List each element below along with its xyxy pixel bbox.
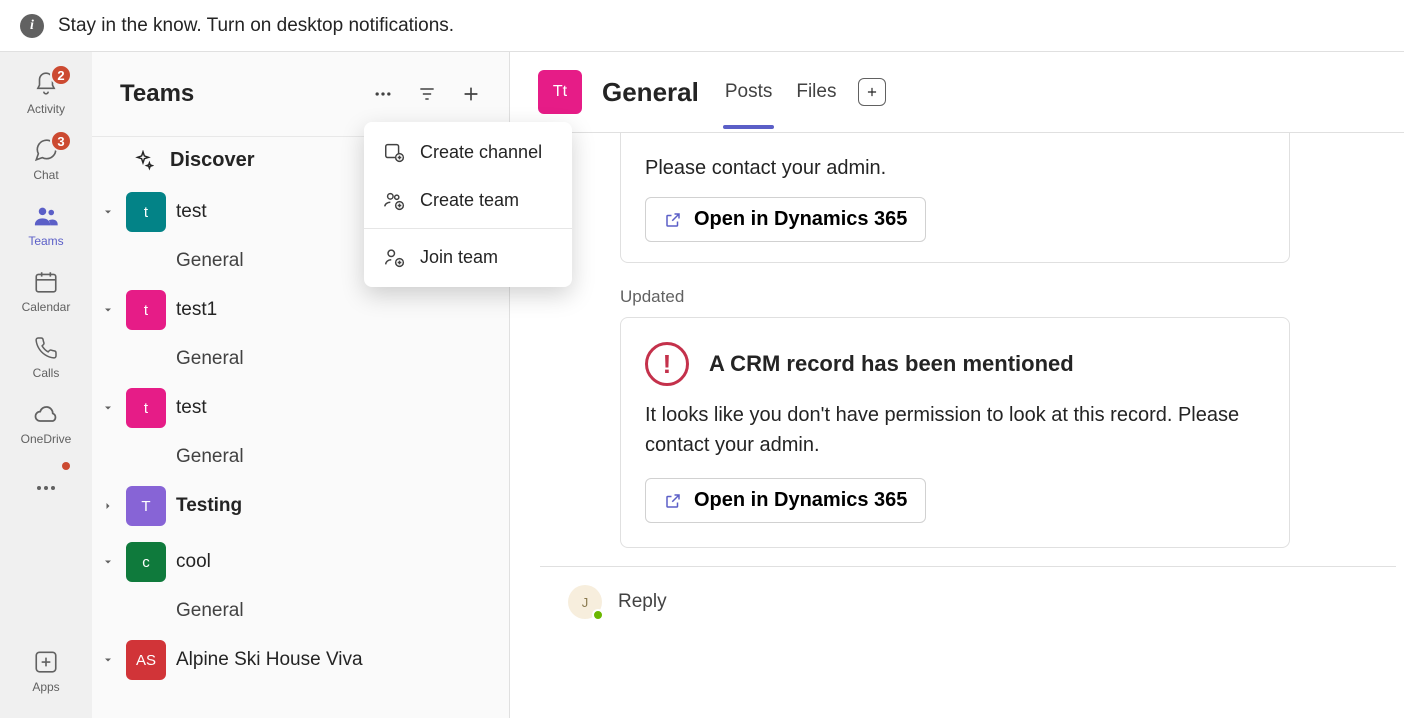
chevron-down-icon[interactable]: [100, 652, 116, 668]
team-row[interactable]: ccool: [92, 534, 509, 590]
create-team-icon: [382, 188, 406, 212]
card-body: It looks like you don't have permission …: [645, 400, 1265, 460]
phone-icon: [32, 334, 60, 362]
rail-calls[interactable]: Calls: [10, 326, 82, 392]
banner-text: Stay in the know. Turn on desktop notifi…: [58, 15, 454, 37]
updated-label: Updated: [620, 287, 1404, 307]
channel-avatar: Tt: [538, 70, 582, 114]
teams-title: Teams: [120, 80, 357, 108]
team-name: Alpine Ski House Viva: [176, 649, 363, 671]
team-avatar: c: [126, 542, 166, 582]
warning-icon: !: [645, 342, 689, 386]
message-card-partial: Please contact your admin. Open in Dynam…: [620, 133, 1290, 263]
reply-button[interactable]: J Reply: [540, 566, 1396, 637]
teams-add-button[interactable]: [453, 76, 489, 112]
channel-row[interactable]: General: [92, 590, 509, 632]
menu-create-channel[interactable]: Create channel: [364, 128, 572, 176]
menu-join-team[interactable]: Join team: [364, 233, 572, 281]
reply-label: Reply: [618, 591, 667, 613]
apps-icon: [32, 648, 60, 676]
channel-row[interactable]: General: [92, 436, 509, 478]
sparkle-icon: [132, 150, 154, 172]
plus-icon: [460, 83, 482, 105]
user-avatar: J: [568, 585, 602, 619]
notification-banner[interactable]: i Stay in the know. Turn on desktop noti…: [0, 0, 1404, 52]
info-icon: i: [20, 14, 44, 38]
menu-divider: [364, 228, 572, 229]
app-rail: 2 Activity 3 Chat Teams Calendar: [0, 52, 92, 718]
plus-icon: [865, 85, 879, 99]
ellipsis-icon: [373, 84, 393, 104]
chevron-down-icon[interactable]: [100, 204, 116, 220]
message-feed[interactable]: Please contact your admin. Open in Dynam…: [510, 133, 1404, 718]
create-channel-icon: [382, 140, 406, 164]
filter-icon: [417, 84, 437, 104]
cloud-icon: [32, 400, 60, 428]
teams-add-menu: Create channel Create team Join team: [364, 122, 572, 287]
activity-badge: 2: [50, 64, 72, 86]
tab-posts[interactable]: Posts: [723, 75, 775, 109]
rail-chat[interactable]: 3 Chat: [10, 128, 82, 194]
rail-activity[interactable]: 2 Activity: [10, 62, 82, 128]
teams-more-button[interactable]: [365, 76, 401, 112]
presence-available-icon: [592, 609, 604, 621]
team-row[interactable]: AS Alpine Ski House Viva: [92, 632, 509, 688]
rail-teams[interactable]: Teams: [10, 194, 82, 260]
bell-icon: 2: [32, 70, 60, 98]
chat-badge: 3: [50, 130, 72, 152]
team-name: test: [176, 201, 207, 223]
team-avatar: AS: [126, 640, 166, 680]
chevron-right-icon[interactable]: [100, 498, 116, 514]
calendar-icon: [32, 268, 60, 296]
channel-title: General: [602, 77, 699, 108]
chevron-down-icon[interactable]: [100, 400, 116, 416]
rail-more[interactable]: [10, 458, 82, 514]
ellipsis-icon: [32, 474, 60, 502]
add-tab-button[interactable]: [858, 78, 886, 106]
external-link-icon: [664, 211, 682, 229]
rail-calendar[interactable]: Calendar: [10, 260, 82, 326]
open-dynamics-button[interactable]: Open in Dynamics 365: [645, 197, 926, 242]
content-pane: Tt General Posts Files Please contact yo…: [510, 52, 1404, 718]
team-row[interactable]: ttest: [92, 380, 509, 436]
team-name: Testing: [176, 495, 242, 517]
team-avatar: T: [126, 486, 166, 526]
team-row[interactable]: t test1: [92, 282, 509, 338]
channel-header: Tt General Posts Files: [510, 52, 1404, 133]
teams-pane: Teams Discover ttestGeneralttest1General…: [92, 52, 510, 718]
rail-apps[interactable]: Apps: [10, 640, 82, 706]
tab-files[interactable]: Files: [794, 75, 838, 109]
rail-onedrive[interactable]: OneDrive: [10, 392, 82, 458]
team-name: test: [176, 397, 207, 419]
open-dynamics-button[interactable]: Open in Dynamics 365: [645, 478, 926, 523]
team-avatar: t: [126, 388, 166, 428]
team-name: test1: [176, 299, 217, 321]
people-icon: [32, 202, 60, 230]
teams-filter-button[interactable]: [409, 76, 445, 112]
message-card: ! A CRM record has been mentioned It loo…: [620, 317, 1290, 548]
more-indicator: [62, 462, 70, 470]
join-team-icon: [382, 245, 406, 269]
chevron-down-icon[interactable]: [100, 554, 116, 570]
external-link-icon: [664, 492, 682, 510]
chat-icon: 3: [32, 136, 60, 164]
team-avatar: t: [126, 192, 166, 232]
channel-row[interactable]: General: [92, 338, 509, 380]
team-avatar: t: [126, 290, 166, 330]
team-name: cool: [176, 551, 211, 573]
chevron-down-icon[interactable]: [100, 302, 116, 318]
card-title: A CRM record has been mentioned: [709, 351, 1074, 377]
menu-create-team[interactable]: Create team: [364, 176, 572, 224]
team-row[interactable]: T Testing: [92, 478, 509, 534]
